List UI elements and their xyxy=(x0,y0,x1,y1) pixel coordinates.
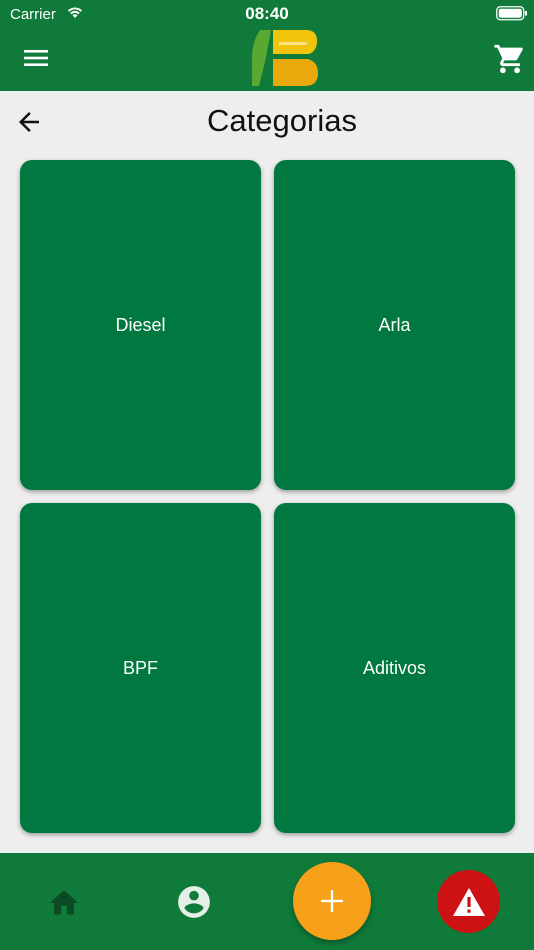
category-label: Diesel xyxy=(115,314,166,335)
category-label: Aditivos xyxy=(362,657,427,678)
category-card-diesel[interactable]: Diesel xyxy=(20,160,261,490)
alert-button[interactable] xyxy=(437,870,500,933)
app-header: Carrier 08:40 xyxy=(0,0,534,91)
category-grid: Diesel Arla BPF Aditivos xyxy=(20,160,515,834)
bottom-nav-bar xyxy=(0,853,534,950)
cart-icon[interactable] xyxy=(493,42,527,76)
clock-time: 08:40 xyxy=(245,4,289,23)
category-card-aditivos[interactable]: Aditivos xyxy=(274,503,515,833)
category-card-bpf[interactable]: BPF xyxy=(20,503,261,833)
page-title: Categorias xyxy=(207,103,357,138)
menu-button[interactable] xyxy=(20,44,52,72)
account-circle-icon[interactable] xyxy=(175,883,213,921)
brand-logo xyxy=(252,30,318,86)
menu-icon xyxy=(24,50,48,66)
warning-icon xyxy=(452,887,485,916)
plus-icon xyxy=(321,890,343,912)
category-label: BPF xyxy=(122,657,158,678)
home-icon[interactable] xyxy=(47,886,81,920)
category-card-arla[interactable]: Arla xyxy=(274,160,515,490)
battery-icon xyxy=(496,6,527,21)
title-row: Categorias xyxy=(0,91,534,153)
add-button[interactable] xyxy=(293,862,371,940)
status-bar: Carrier 08:40 xyxy=(0,0,534,28)
category-label: Arla xyxy=(378,314,411,335)
